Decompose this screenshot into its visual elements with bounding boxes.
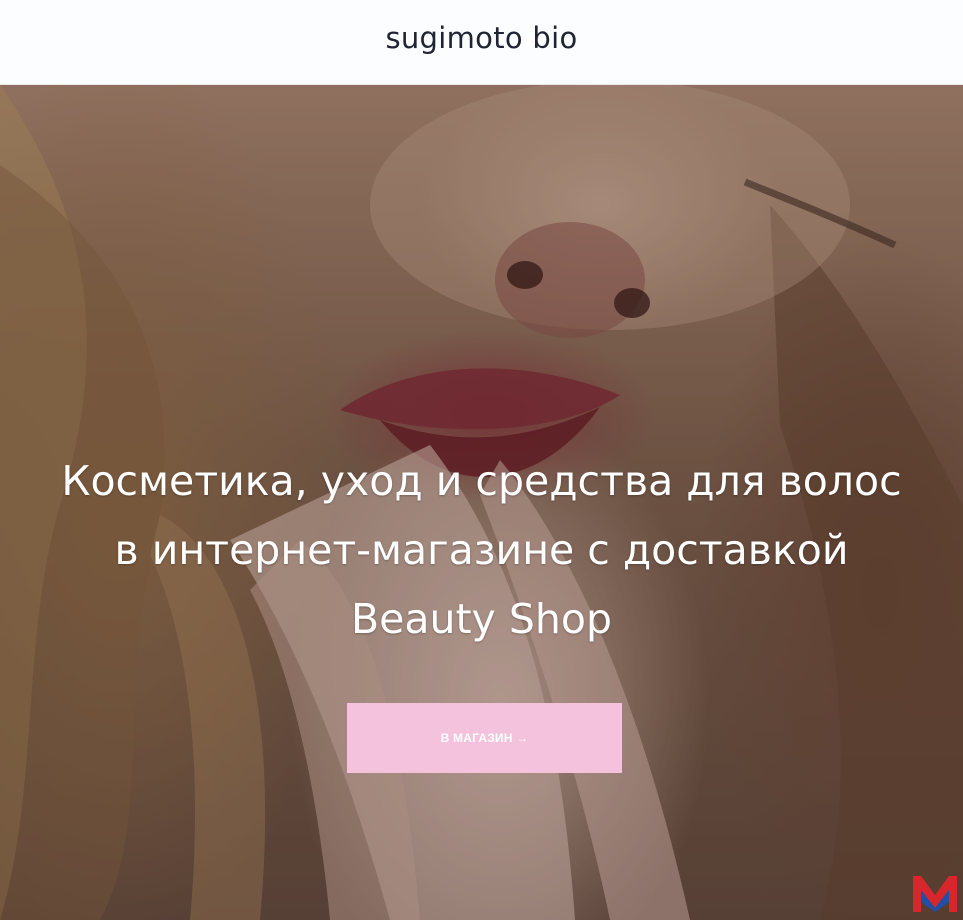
hero-headline: Косметика, уход и средства для волос в и… [61, 457, 902, 643]
m-logo-icon [913, 876, 957, 912]
top-bar: sugimoto bio [0, 0, 963, 85]
hero-banner: Косметика, уход и средства для волос в и… [0, 85, 963, 920]
site-title[interactable]: sugimoto bio [385, 21, 577, 55]
shop-button[interactable]: В МАГАЗИН → [347, 703, 622, 773]
page: sugimoto bio Косметика, уход и средства … [0, 0, 963, 920]
